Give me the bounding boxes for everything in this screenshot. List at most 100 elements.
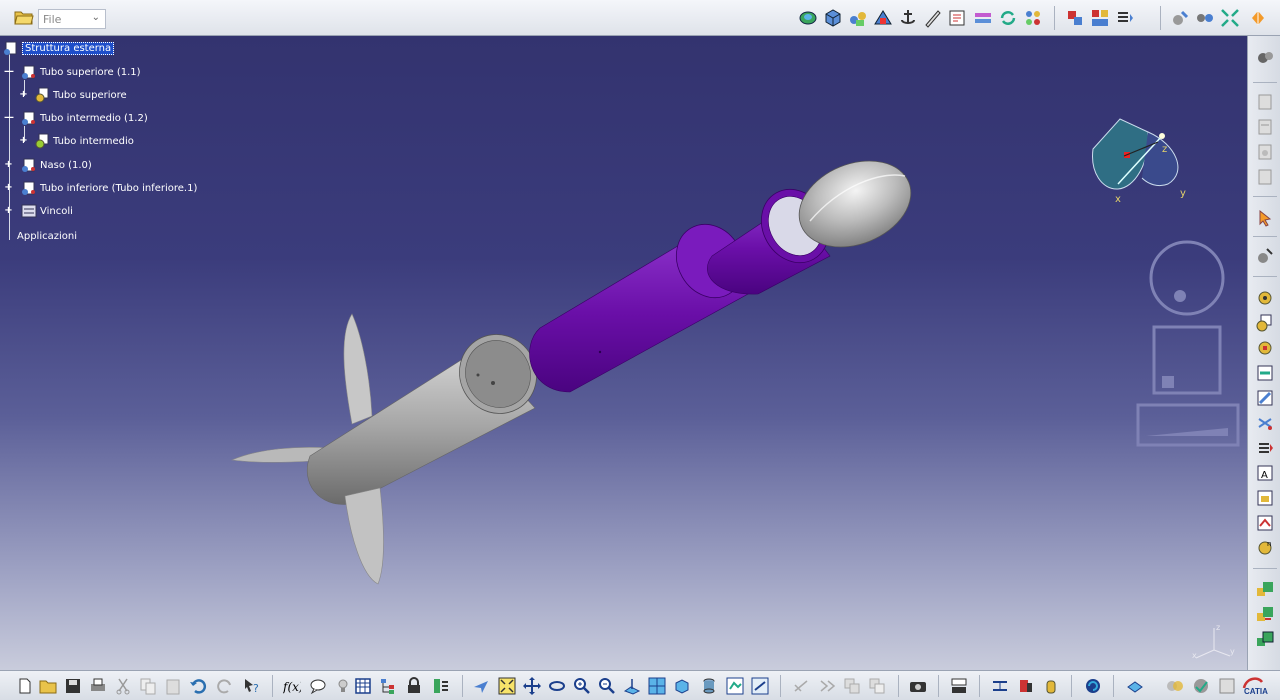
tree-root[interactable]: Struttura esterna [3,39,115,57]
zoom-out-icon[interactable] [598,677,616,695]
shading-icon[interactable] [700,677,718,695]
zoom-in-icon[interactable] [573,677,591,695]
tree-item-tubo-superiore-11[interactable]: — Tubo superiore (1.1) [3,63,141,81]
camera-icon[interactable] [909,677,927,695]
sketch-icon[interactable] [792,677,810,695]
smart-move-icon[interactable] [1255,288,1275,308]
multi-view-icon[interactable] [1023,8,1043,28]
snap-icon[interactable] [1255,246,1275,266]
tools-icon[interactable] [1042,677,1060,695]
tree-item-tubo-intermedio-12[interactable]: — Tubo intermedio (1.2) [3,109,148,127]
fit-all-icon[interactable] [1220,8,1240,28]
gear-icon[interactable] [1255,313,1275,333]
expand-icon[interactable]: + [4,206,13,216]
part-icon[interactable] [823,8,843,28]
exploded-view-icon[interactable] [973,8,993,28]
reorder-icon[interactable] [1115,8,1135,28]
part-icon[interactable] [1255,117,1275,137]
expand-icon[interactable]: + [4,160,13,170]
product-icon[interactable] [1255,92,1275,112]
box-icon[interactable] [1017,677,1035,695]
paste-icon[interactable] [164,677,182,695]
reuse-icon[interactable] [1255,488,1275,508]
collapse-icon[interactable]: — [4,67,14,77]
annotation-icon[interactable] [948,8,968,28]
catalog-icon[interactable] [1255,48,1275,68]
select-icon[interactable] [1255,208,1275,228]
tree-item-tubo-intermedio[interactable]: + Tubo intermedio [18,132,134,150]
print-icon[interactable] [89,677,107,695]
replace-component-icon[interactable] [1090,8,1110,28]
update-icon[interactable] [998,8,1018,28]
manipulate-icon[interactable] [1195,8,1215,28]
measure-icon[interactable] [923,8,943,28]
expand-icon[interactable]: + [4,183,13,193]
fin-top[interactable] [343,313,373,425]
formula-icon[interactable]: f(x) [283,677,301,695]
fit-all-icon[interactable] [498,677,516,695]
lock-icon[interactable] [405,677,423,695]
publication-icon[interactable] [1255,580,1275,600]
tree-icon[interactable] [379,677,397,695]
expand-icon[interactable]: + [19,136,28,146]
undo-icon[interactable] [189,677,207,695]
snap-icon[interactable] [1170,8,1190,28]
bom-icon[interactable] [432,677,450,695]
contact-icon[interactable] [1255,388,1275,408]
3d-viewport[interactable]: Struttura esterna — Tubo superiore (1.1)… [0,36,1247,670]
fin-bottom[interactable] [344,487,384,585]
navigator-icon[interactable] [950,677,968,695]
collapse-icon[interactable]: — [4,113,14,123]
fix-icon[interactable] [1255,363,1275,383]
catia-settings-icon[interactable] [1218,677,1236,695]
file-dropdown[interactable]: File ⌄ [38,9,106,29]
tubo-superiore[interactable] [529,212,757,393]
normal-view-icon[interactable] [623,677,641,695]
tree-item-applicazioni[interactable]: Applicazioni [14,227,77,245]
product-icon[interactable] [848,8,868,28]
redo-icon[interactable] [216,677,234,695]
tree-item-naso[interactable]: + Naso (1.0) [3,156,92,174]
compass-widget[interactable]: x y z [1088,114,1198,209]
render-style-icon[interactable] [1166,677,1184,695]
tree-item-vincoli[interactable]: + Vincoli [3,202,73,220]
clash-icon[interactable] [843,677,861,695]
folder-open-icon[interactable] [14,9,34,25]
expand-icon[interactable]: + [19,90,28,100]
explode-icon[interactable] [1255,167,1275,187]
flexible-icon[interactable] [1255,513,1275,533]
rotate-icon[interactable] [548,677,566,695]
swap-space-icon[interactable] [751,677,769,695]
view-mode-icon[interactable] [1126,677,1144,695]
light-icon[interactable] [334,677,352,695]
constraint-icon[interactable] [1255,338,1275,358]
anchor-icon[interactable] [898,8,918,28]
insert-component-icon[interactable] [1065,8,1085,28]
fly-mode-icon[interactable] [472,677,490,695]
multi-view-icon[interactable] [648,677,666,695]
tree-item-tubo-superiore[interactable]: + Tubo superiore [18,86,127,104]
copy-icon[interactable] [139,677,157,695]
whats-this-icon[interactable]: ? [243,677,261,695]
render-icon[interactable] [818,677,836,695]
catia-icon[interactable] [1084,677,1102,695]
apply-material-icon[interactable] [1192,677,1210,695]
green-part-icon[interactable] [1255,630,1275,650]
cut-icon[interactable] [114,677,132,695]
save-icon[interactable] [64,677,82,695]
component-icon[interactable] [1255,142,1275,162]
view-controls[interactable] [1134,238,1244,448]
catalog-icon[interactable] [798,8,818,28]
comment-icon[interactable] [309,677,327,695]
tree-item-tubo-inferiore[interactable]: + Tubo inferiore (Tubo inferiore.1) [3,179,197,197]
assembly-constraint-icon[interactable] [873,8,893,28]
section-icon[interactable] [868,677,886,695]
open-icon[interactable] [39,677,57,695]
iso-view-icon[interactable] [673,677,691,695]
hide-show-icon[interactable] [726,677,744,695]
catia-hand-icon[interactable] [1248,8,1268,28]
new-icon[interactable] [16,677,34,695]
multi-instantiate-icon[interactable]: n [1255,538,1275,558]
coincidence-icon[interactable]: A [1255,463,1275,483]
sync-icon[interactable] [1255,605,1275,625]
